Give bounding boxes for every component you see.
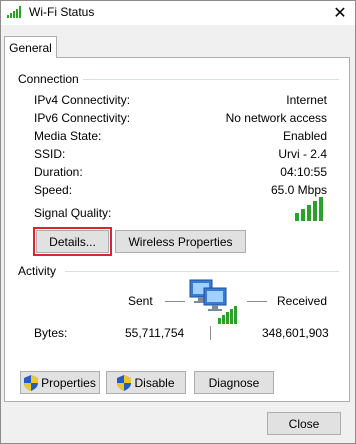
- ssid-label: SSID:: [34, 147, 66, 161]
- tab-general[interactable]: General: [4, 36, 57, 58]
- close-button-label: Close: [288, 416, 320, 431]
- details-button-label: Details...: [49, 234, 96, 249]
- sent-line: [165, 301, 185, 302]
- diagnose-label: Diagnose: [208, 375, 260, 390]
- general-panel: Connection IPv4 Connectivity: Internet I…: [4, 57, 350, 402]
- disable-label: Disable: [134, 375, 175, 390]
- received-label: Received: [277, 294, 328, 308]
- signal-strength-icon: [295, 197, 323, 221]
- wifi-status-dialog: Wi-Fi Status ✕ General Connection IPv4 C…: [0, 0, 356, 444]
- close-button[interactable]: Close: [267, 412, 341, 435]
- media-state-label: Media State:: [34, 129, 102, 143]
- bytes-sent-value: 55,711,754: [125, 326, 185, 340]
- close-window-button[interactable]: ✕: [325, 1, 355, 25]
- activity-divider: [65, 271, 339, 272]
- tab-general-label: General: [9, 40, 52, 55]
- ipv4-value: Internet: [286, 93, 327, 107]
- wifi-signal-icon: [7, 6, 21, 18]
- activity-separator: [210, 326, 211, 340]
- disable-button[interactable]: Disable: [106, 371, 186, 394]
- ssid-value: Urvi - 2.4: [278, 147, 327, 161]
- uac-shield-icon: [24, 374, 39, 391]
- speed-value: 65.0 Mbps: [270, 183, 327, 197]
- ipv6-value: No network access: [225, 111, 327, 125]
- network-computers-icon: [189, 279, 237, 324]
- duration-label: Duration:: [34, 165, 83, 179]
- details-button[interactable]: Details...: [36, 230, 109, 253]
- activity-heading: Activity: [18, 264, 57, 278]
- connection-divider: [83, 79, 339, 80]
- close-icon: ✕: [333, 5, 347, 22]
- ipv4-label: IPv4 Connectivity:: [34, 93, 131, 107]
- media-state-value: Enabled: [282, 129, 327, 143]
- bytes-received-value: 348,601,903: [262, 326, 329, 340]
- properties-label: Properties: [41, 375, 96, 390]
- speed-label: Speed:: [34, 183, 73, 197]
- connection-heading: Connection: [18, 72, 79, 86]
- wireless-properties-label: Wireless Properties: [128, 234, 233, 249]
- properties-button[interactable]: Properties: [20, 371, 100, 394]
- signal-quality-label: Signal Quality:: [34, 206, 112, 220]
- sent-label: Sent: [128, 294, 153, 308]
- received-line: [247, 301, 267, 302]
- bytes-label: Bytes:: [34, 326, 68, 340]
- diagnose-button[interactable]: Diagnose: [194, 371, 274, 394]
- duration-value: 04:10:55: [280, 165, 327, 179]
- ipv6-label: IPv6 Connectivity:: [34, 111, 131, 125]
- window-title: Wi-Fi Status: [29, 5, 95, 19]
- title-bar: Wi-Fi Status ✕: [1, 1, 355, 25]
- wireless-properties-button[interactable]: Wireless Properties: [115, 230, 246, 253]
- uac-shield-icon: [117, 374, 132, 391]
